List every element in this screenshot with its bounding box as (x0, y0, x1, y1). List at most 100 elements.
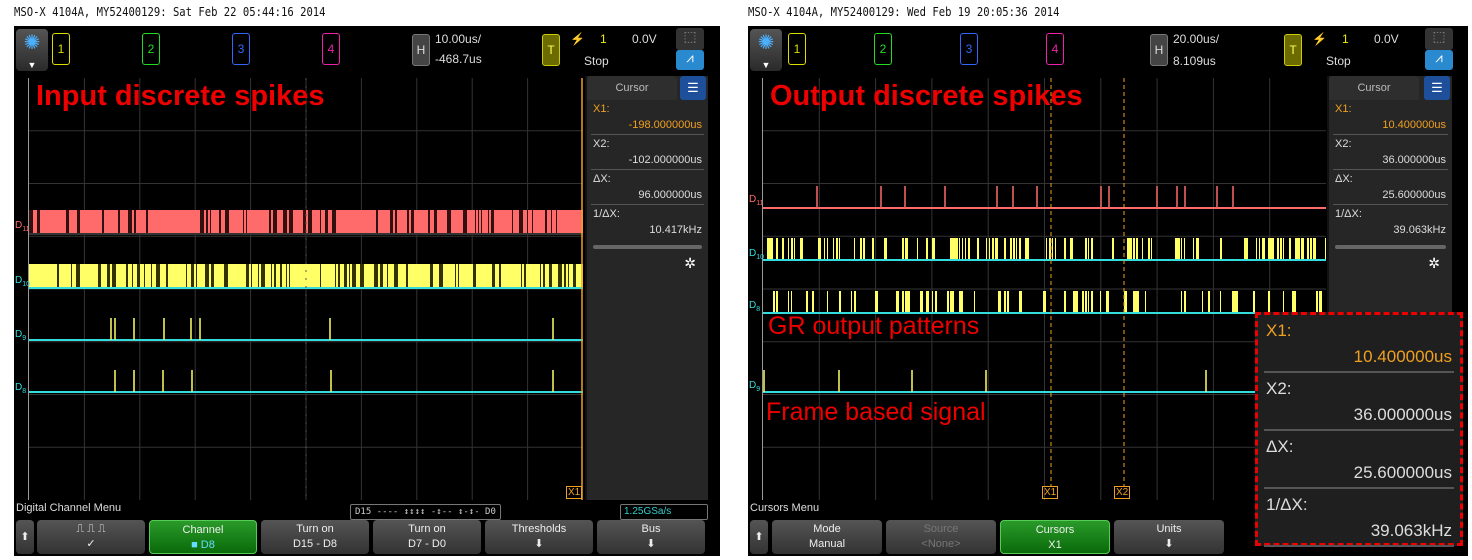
cursor-tab[interactable]: Cursor (587, 76, 677, 100)
menu-list-icon[interactable]: ☰ (1424, 76, 1450, 100)
trace-d11-gap (478, 210, 479, 234)
channel-3-button[interactable]: 3 (232, 33, 250, 65)
main-menu-button[interactable]: ✺ ▼ (16, 29, 48, 71)
inv-dx-value: 10.417kHz (649, 224, 702, 236)
trace-d10-gap (549, 264, 552, 288)
trace-d10-pulse (902, 238, 904, 260)
trigger-level: 0.0V (632, 32, 657, 46)
trace-d10-pulse (1052, 238, 1053, 260)
trace-d10-pulse (776, 238, 778, 260)
inv-dx-label: 1/ΔX: (593, 208, 620, 220)
trace-d8-pulse (908, 291, 910, 313)
softkey-channel[interactable]: Channel ■ D8 (149, 520, 257, 554)
channel-2-button[interactable]: 2 (874, 33, 892, 65)
horizontal-button[interactable]: H (412, 34, 430, 66)
waveform-area[interactable] (28, 78, 583, 500)
trace-d11-gap (206, 210, 208, 234)
softkey-cursors[interactable]: Cursors X1 (1000, 520, 1110, 554)
trace-d8-pulse (1106, 291, 1109, 313)
trace-d10-pulse (1247, 238, 1248, 260)
trace-d10-pulse (1181, 238, 1182, 260)
trace-d8-pulse (950, 291, 953, 313)
trace-d8-pulse (1007, 291, 1009, 313)
softkey-line1: Mode (813, 523, 841, 535)
trace-d10-gap (71, 264, 72, 288)
main-menu-button[interactable]: ✺ ▼ (750, 29, 782, 71)
channel-2-button[interactable]: 2 (142, 33, 160, 65)
channel-1-button[interactable]: 1 (52, 33, 70, 65)
trace-d8-pulse (1082, 291, 1084, 313)
trace-d10-gap (224, 264, 228, 288)
panel-scrollbar[interactable] (1335, 245, 1446, 249)
softkey-mode[interactable]: Mode Manual (772, 520, 882, 554)
trace-sub: 10 (756, 254, 765, 261)
back-button[interactable]: ⬆ (16, 520, 34, 554)
trace-d10-pulse (1313, 238, 1316, 260)
channel-3-button[interactable]: 3 (960, 33, 978, 65)
trace-d11-gap (428, 210, 430, 234)
trace-d8-pulse (1319, 291, 1322, 313)
cursor-x2-marker[interactable]: X2 (1114, 486, 1131, 499)
gear-icon[interactable]: ✲ (587, 255, 708, 272)
trace-d10-pulse (1295, 238, 1298, 260)
softkey-turn-on-d7-d0[interactable]: Turn on D7 - D0 (373, 520, 481, 554)
cursor-x1-marker[interactable]: X1 (566, 486, 583, 499)
zoom-box-icon[interactable]: ⬚ (676, 28, 704, 50)
trace-d10-pulse (932, 238, 935, 260)
trigger-button[interactable]: T (542, 34, 560, 66)
softkey-turn-on-d15-d8[interactable]: Turn on D15 - D8 (261, 520, 369, 554)
trace-d10-pulse (1133, 238, 1135, 260)
softkey-line1: Units (1156, 523, 1182, 535)
softkey-thresholds[interactable]: Thresholds ⬇ (485, 520, 593, 554)
horizontal-button[interactable]: H (1150, 34, 1168, 66)
trace-d10-pulse (1112, 238, 1114, 260)
inv-dx-value: 39.063kHz (1393, 224, 1446, 236)
x2-value: 36.000000us (1382, 154, 1446, 166)
trace-d10-pulse (968, 238, 970, 260)
softkey-bus[interactable]: Bus ⬇ (597, 520, 705, 554)
trace-d10-gap (98, 264, 101, 288)
menu-list-icon[interactable]: ☰ (680, 76, 706, 100)
channel-4-button[interactable]: 4 (1046, 33, 1064, 65)
annotation-frame-signal: Frame based signal (766, 398, 986, 426)
softkey-line1: Bus (641, 523, 661, 535)
trace-d11-gap (395, 210, 397, 234)
softkey-line1: Turn on (296, 523, 334, 535)
channel-4-button[interactable]: 4 (322, 33, 340, 65)
softkey-threshold-style[interactable]: ⎍ ⎍ ⎍ ✓ (37, 520, 145, 554)
zoom-box-icon[interactable]: ⬚ (1425, 28, 1453, 50)
dx-label: ΔX: (593, 173, 611, 185)
softkey-line1: Source (923, 523, 959, 535)
trace-d10-pulse (863, 238, 865, 260)
trace-d10-pulse (1046, 238, 1047, 260)
trace-d11-gap (556, 210, 557, 234)
cursor-tab[interactable]: Cursor (1329, 76, 1419, 100)
waveform-area[interactable] (762, 78, 1326, 500)
trigger-button[interactable]: T (1284, 34, 1302, 66)
panel-scrollbar[interactable] (593, 245, 702, 249)
softkey-units[interactable]: Units ⬇ (1114, 520, 1224, 554)
channel-1-button[interactable]: 1 (788, 33, 806, 65)
trace-d11-gap (463, 210, 467, 234)
trace-d10-pulse (1151, 238, 1152, 260)
back-button[interactable]: ⬆ (750, 520, 768, 554)
trace-d10-pulse (1184, 238, 1185, 260)
trace-d8-pulse (875, 291, 878, 313)
trace-d11-gap (118, 210, 120, 234)
gear-icon[interactable]: ✲ (1329, 255, 1452, 272)
trace-d10-pulse (782, 238, 784, 260)
trace-d8-pulse (1235, 291, 1238, 313)
trace-d10-gap (374, 264, 378, 288)
touch-icon[interactable]: ⩘ (1425, 50, 1453, 70)
softkey-line2: Manual (808, 538, 846, 550)
cursor-x1-marker[interactable]: X1 (1042, 486, 1059, 499)
digital-channel-status: D15 ‐‐‐‐ ↕↕↕↕ ‐↕‐‐ ↕‐↕‐ D0 (350, 504, 501, 520)
trace-d8-pulse (854, 291, 856, 313)
trace-d10-gap (211, 264, 214, 288)
trace-d8-pulse (1085, 291, 1087, 313)
touch-icon[interactable]: ⩘ (676, 50, 704, 70)
softkey-line1: Thresholds (511, 523, 567, 535)
softkey-line2: ■ D8 (191, 539, 215, 551)
arrow-down-icon: ⬇ (534, 538, 544, 550)
trace-d10-gap (349, 264, 350, 288)
